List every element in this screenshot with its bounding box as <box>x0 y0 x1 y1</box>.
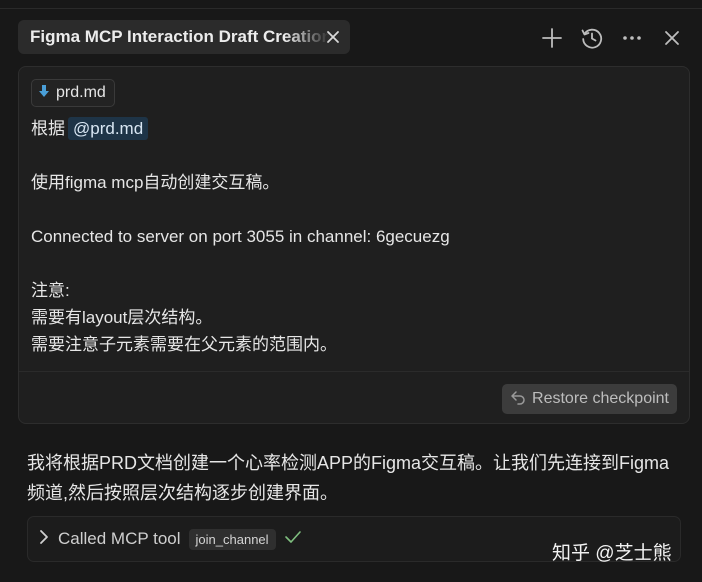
message-body: 根据 @prd.md 使用figma mcp自动创建交互稿。 Connected … <box>31 115 671 358</box>
file-mention[interactable]: @prd.md <box>68 117 149 140</box>
restore-label: Restore checkpoint <box>532 390 669 407</box>
user-message-card[interactable]: prd.md 根据 @prd.md 使用figma mcp自动创建交互稿。 Con… <box>18 66 690 424</box>
chat-header: Figma MCP Interaction Draft Creation <box>0 0 702 66</box>
close-icon[interactable] <box>656 24 688 52</box>
header-actions <box>536 24 688 52</box>
tool-name-badge: join_channel <box>188 528 276 550</box>
attachment-name: prd.md <box>56 84 106 101</box>
tab-close-icon[interactable] <box>322 26 344 48</box>
chat-tab[interactable]: Figma MCP Interaction Draft Creation <box>18 20 350 54</box>
attachment-chip[interactable]: prd.md <box>31 79 115 107</box>
card-divider <box>19 371 689 372</box>
checkmark-icon <box>284 530 302 549</box>
message-line: 需要注意子元素需要在父元素的范围内。 <box>31 335 337 354</box>
tool-call-label: Called MCP tool <box>58 529 181 548</box>
chevron-right-icon[interactable] <box>38 529 50 550</box>
message-line: Connected to server on port 3055 in chan… <box>31 227 450 246</box>
watermark: 知乎 @芝士熊 <box>552 543 672 564</box>
assistant-reply: 我将根据PRD文档创建一个心率检测APP的Figma交互稿。让我们先连接到Fig… <box>27 453 670 503</box>
download-arrow-icon <box>38 84 50 103</box>
tab-title: Figma MCP Interaction Draft Creation <box>30 27 330 46</box>
more-icon[interactable] <box>616 24 648 52</box>
history-icon[interactable] <box>576 24 608 52</box>
message-line: 使用figma mcp自动创建交互稿。 <box>31 173 280 192</box>
plus-icon[interactable] <box>536 24 568 52</box>
restore-checkpoint-button[interactable]: Restore checkpoint <box>502 384 677 414</box>
top-divider <box>0 8 702 9</box>
message-line: 需要有layout层次结构。 <box>31 308 213 327</box>
message-line: 根据 @prd.md <box>31 115 671 142</box>
message-text: 根据 <box>31 119 65 138</box>
message-line: 注意: <box>31 281 70 300</box>
restore-icon <box>510 389 526 410</box>
